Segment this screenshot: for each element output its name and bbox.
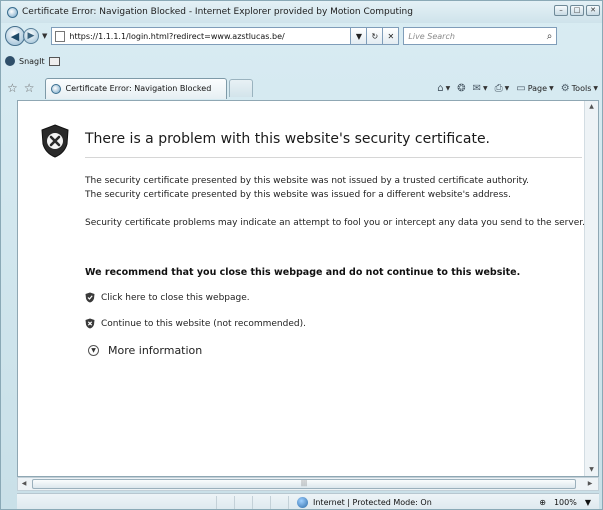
address-dropdown-icon[interactable]: ▼	[351, 27, 368, 45]
green-shield-icon	[85, 292, 95, 303]
close-window-button[interactable]: ✕	[586, 5, 600, 16]
title-bar: Certificate Error: Navigation Blocked - …	[1, 1, 602, 23]
zoom-icon: ⊕	[539, 498, 546, 507]
zoom-control[interactable]: ⊕ 100% ▼	[539, 498, 591, 507]
zoom-level: 100%	[553, 498, 577, 507]
continue-website-label[interactable]: Continue to this website (not recommende…	[101, 319, 306, 329]
magnifier-icon[interactable]: ⌕	[543, 31, 557, 42]
ie-logo-icon	[50, 83, 61, 94]
status-text-segment	[17, 495, 217, 509]
detail-line-2: The security certificate presented by th…	[85, 190, 511, 200]
scroll-left-icon[interactable]: ◀	[18, 478, 30, 490]
refresh-button[interactable]: ↻	[367, 27, 384, 45]
globe-icon	[297, 497, 308, 508]
page-content: There is a problem with this website's s…	[17, 100, 599, 477]
status-bar: Internet | Protected Mode: On ⊕ 100% ▼	[17, 493, 599, 509]
chevron-down-icon[interactable]: ▼	[88, 345, 99, 356]
stop-button[interactable]: ✕	[383, 27, 400, 45]
command-bar: ⌂ ▼ ❂ ✉ ▼ ⎙ ▼ ▭ Page ▼ ⚙ Tools ▼	[437, 83, 598, 94]
snagit-icon	[5, 56, 15, 66]
horizontal-scroll-thumb[interactable]: |||	[32, 479, 576, 489]
search-placeholder: Live Search	[408, 31, 455, 41]
home-icon: ⌂	[437, 82, 444, 94]
tab-certificate-error[interactable]: Certificate Error: Navigation Blocked	[44, 77, 227, 99]
scroll-up-icon[interactable]: ▲	[585, 101, 598, 113]
vertical-scrollbar[interactable]: ▲ ▼	[584, 101, 598, 476]
scroll-down-icon[interactable]: ▼	[585, 464, 598, 476]
warning-paragraph: Security certificate problems may indica…	[85, 218, 585, 228]
close-webpage-link[interactable]: Click here to close this webpage.	[85, 292, 250, 303]
tab-bar: ☆ ☆ Certificate Error: Navigation Blocke…	[1, 76, 602, 100]
more-information-label[interactable]: More information	[108, 344, 202, 357]
page-menu-label: Page	[527, 83, 548, 93]
recommendation-text: We recommend that you close this webpage…	[85, 267, 521, 278]
more-information-toggle[interactable]: ▼ More information	[88, 344, 202, 357]
search-input[interactable]: Live Search ⌕	[403, 27, 558, 45]
browser-window: Certificate Error: Navigation Blocked - …	[0, 0, 603, 510]
status-segment	[217, 495, 235, 509]
ie-logo-icon	[7, 6, 18, 18]
page-icon: ▭	[516, 82, 526, 94]
horizontal-scrollbar[interactable]: ◀ ||| ▶	[17, 477, 599, 491]
gear-icon: ⚙	[560, 82, 570, 94]
favorites-star-icon[interactable]: ☆	[7, 81, 18, 95]
history-dropdown-icon[interactable]: ▼	[42, 32, 47, 40]
mail-icon: ✉	[472, 82, 481, 94]
capture-window-icon[interactable]	[48, 56, 60, 66]
detail-line-1: The security certificate presented by th…	[85, 176, 530, 186]
navigation-bar: ◀ ▶ ▼ https://1.1.1.1/login.html?redirec…	[1, 23, 602, 49]
new-tab-button[interactable]	[228, 79, 253, 97]
address-bar[interactable]: https://1.1.1.1/login.html?redirect=www.…	[51, 27, 352, 45]
url-text[interactable]: https://1.1.1.1/login.html?redirect=www.…	[69, 32, 350, 41]
minimize-button[interactable]: –	[554, 5, 568, 16]
error-heading: There is a problem with this website's s…	[85, 131, 491, 147]
zoom-dropdown-icon[interactable]: ▼	[585, 498, 591, 507]
tab-label: Certificate Error: Navigation Blocked	[65, 84, 212, 93]
scroll-right-icon[interactable]: ▶	[584, 478, 596, 490]
snagit-button[interactable]: SnagIt	[19, 57, 45, 66]
rss-icon: ❂	[457, 82, 466, 94]
print-button[interactable]: ⎙ ▼	[495, 83, 510, 94]
page-icon	[55, 30, 66, 42]
tools-menu[interactable]: ⚙ Tools ▼	[561, 83, 598, 94]
status-segment	[271, 495, 289, 509]
home-button[interactable]: ⌂ ▼	[437, 83, 450, 94]
status-segment	[235, 495, 253, 509]
red-shield-icon	[85, 318, 95, 329]
shield-error-icon	[41, 124, 69, 158]
add-favorites-icon[interactable]: ☆	[24, 81, 35, 95]
security-zone[interactable]: Internet | Protected Mode: On	[313, 498, 432, 507]
feeds-button[interactable]: ❂	[457, 83, 465, 94]
forward-button[interactable]: ▶	[23, 28, 39, 44]
page-menu[interactable]: ▭ Page ▼	[516, 83, 553, 94]
read-mail-button[interactable]: ✉ ▼	[473, 83, 488, 94]
tools-menu-label: Tools	[571, 83, 592, 93]
back-button[interactable]: ◀	[5, 26, 25, 46]
maximize-button[interactable]: □	[570, 5, 584, 16]
status-segment	[253, 495, 271, 509]
certificate-details: The security certificate presented by th…	[85, 174, 585, 202]
window-title: Certificate Error: Navigation Blocked - …	[22, 7, 413, 17]
window-controls: – □ ✕	[554, 5, 600, 16]
continue-website-link[interactable]: Continue to this website (not recommende…	[85, 318, 306, 329]
printer-icon: ⎙	[494, 82, 503, 94]
divider	[85, 157, 582, 158]
close-webpage-label[interactable]: Click here to close this webpage.	[101, 293, 250, 303]
links-bar: SnagIt	[1, 53, 602, 69]
